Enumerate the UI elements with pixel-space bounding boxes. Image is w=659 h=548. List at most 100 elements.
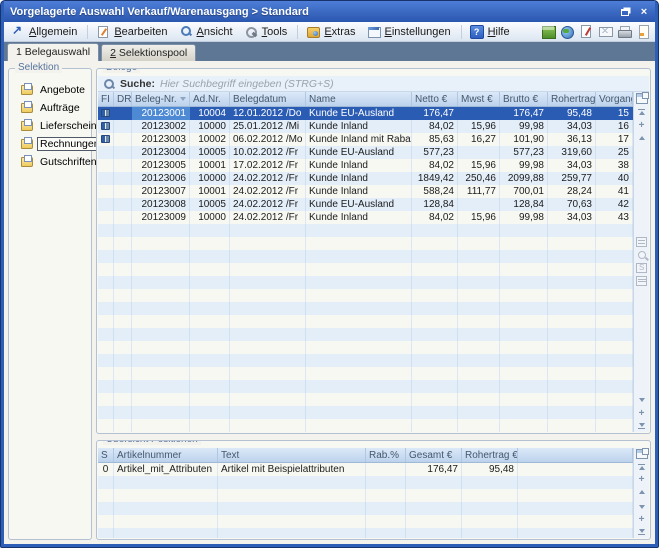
document-icon: [21, 139, 33, 149]
menu-item-allgemein[interactable]: Allgemein: [7, 24, 83, 39]
column-header-datum[interactable]: Belegdatum: [230, 92, 306, 106]
cell-mwst: 16,27: [458, 133, 500, 146]
scroll-down-button[interactable]: [636, 395, 648, 405]
cell-fi: [98, 250, 114, 263]
cell-brutto: [500, 237, 548, 250]
cell-adnr: [190, 380, 230, 393]
cell-rohertrag: [548, 380, 596, 393]
scroll-bottom-button[interactable]: [636, 421, 648, 431]
filter-button[interactable]: [636, 276, 648, 286]
close-button[interactable]: ×: [636, 5, 652, 19]
column-header-name[interactable]: Name: [306, 92, 412, 106]
cell-mwst: [458, 250, 500, 263]
column-header-text[interactable]: Text: [218, 448, 366, 462]
column-header-mwst[interactable]: Mwst €: [458, 92, 500, 106]
beleg-row[interactable]: 201230061000024.02.2012 /FrKunde Inland1…: [98, 172, 633, 185]
document-edit-icon[interactable]: [579, 25, 593, 38]
add-button[interactable]: +: [636, 515, 648, 524]
menu-item-extras[interactable]: Extras: [302, 24, 361, 39]
column-header-brutto[interactable]: Brutto €: [500, 92, 548, 106]
scroll-bottom-button[interactable]: [636, 528, 648, 537]
search-bar[interactable]: Suche: Hier Suchbegriff eingeben (STRG+S…: [98, 76, 649, 92]
column-header-rohertrag[interactable]: Rohertrag €: [462, 448, 518, 462]
cell-filler: [518, 463, 633, 476]
search-label: Suche:: [120, 78, 155, 90]
cell-fi: [98, 367, 114, 380]
sidebar-item-rechnungen[interactable]: Rechnungen: [11, 135, 89, 153]
menu-item-ansicht[interactable]: Ansicht: [175, 24, 239, 39]
zoom-button[interactable]: [636, 250, 648, 260]
beleg-row[interactable]: 201230031000206.02.2012 /MoKunde Inland …: [98, 133, 633, 146]
column-header-dr[interactable]: DR: [114, 92, 132, 106]
print-icon[interactable]: [617, 25, 631, 38]
scroll-up-button[interactable]: [636, 487, 648, 496]
column-header-artikelnummer[interactable]: Artikelnummer: [114, 448, 218, 462]
scroll-down-button[interactable]: [636, 503, 648, 512]
sidebar-item-angebote[interactable]: Angebote: [11, 81, 89, 99]
cell-vorgang: 43: [596, 211, 633, 224]
cell-rohertrag: [548, 341, 596, 354]
column-header-gesamt[interactable]: Gesamt €: [406, 448, 462, 462]
cell-netto: 577,23: [412, 146, 458, 159]
menu-item-hilfe[interactable]: Hilfe: [466, 24, 516, 39]
empty-row: [98, 528, 633, 538]
cell-dr: [114, 172, 132, 185]
menu-item-einstellungen[interactable]: Einstellungen: [363, 24, 457, 39]
column-header-s[interactable]: S: [98, 448, 114, 462]
menu-item-bearbeiten[interactable]: Bearbeiten: [92, 24, 173, 39]
column-header-belegnr[interactable]: Beleg-Nr.: [132, 92, 190, 106]
beleg-row[interactable]: 201230081000524.02.2012 /FrKunde EU-Ausl…: [98, 198, 633, 211]
scroll-top-button[interactable]: [636, 107, 648, 117]
cell-name: Kunde EU-Ausland: [306, 107, 412, 120]
tab-2-selektionspool[interactable]: 2 Selektionspool: [101, 44, 196, 61]
sidebar-item-lieferscheine[interactable]: Lieferscheine: [11, 117, 89, 135]
add-button[interactable]: +: [636, 408, 648, 418]
sidebar-item-aufträge[interactable]: Aufträge: [11, 99, 89, 117]
scroll-top-button[interactable]: [636, 462, 648, 471]
globe-icon[interactable]: [560, 25, 574, 38]
column-header-rab[interactable]: Rab.%: [366, 448, 406, 462]
package-icon[interactable]: [541, 25, 555, 38]
cell-vorgang: 15: [596, 107, 633, 120]
column-header-adnr[interactable]: Ad.Nr.: [190, 92, 230, 106]
scroll-up-button[interactable]: [636, 133, 648, 143]
beleg-row[interactable]: 201230011000412.01.2012 /DoKunde EU-Ausl…: [98, 107, 633, 120]
beleg-row[interactable]: 201230071000124.02.2012 /FrKunde Inland5…: [98, 185, 633, 198]
cell-fi: [98, 289, 114, 302]
beleg-row[interactable]: 201230051000117.02.2012 /FrKunde Inland8…: [98, 159, 633, 172]
restore-button[interactable]: [617, 5, 633, 19]
position-row[interactable]: 0Artikel_mit_AttributenArtikel mit Beisp…: [98, 463, 633, 476]
document-icon: [21, 157, 33, 167]
cell-adnr: 10004: [190, 107, 230, 120]
cell-name: [306, 250, 412, 263]
cell-datum: [230, 302, 306, 315]
column-header-rohertrag[interactable]: Rohertrag €: [548, 92, 596, 106]
beleg-row[interactable]: 201230041000510.02.2012 /FrKunde EU-Ausl…: [98, 146, 633, 159]
cell-rohertrag: [548, 289, 596, 302]
beleg-row[interactable]: 201230091000024.02.2012 /FrKunde Inland8…: [98, 211, 633, 224]
column-chooser-icon[interactable]: [636, 93, 648, 104]
column-header-filler[interactable]: [518, 448, 633, 462]
sidebar-item-gutschriften[interactable]: Gutschriften: [11, 153, 89, 171]
column-header-netto[interactable]: Netto €: [412, 92, 458, 106]
column-header-vorgang[interactable]: Vorgang: [596, 92, 633, 106]
cell-netto: 85,63: [412, 133, 458, 146]
column-chooser-icon[interactable]: [636, 449, 648, 459]
card-view-button[interactable]: [636, 237, 648, 247]
beleg-row[interactable]: 201230021000025.01.2012 /MiKunde Inland8…: [98, 120, 633, 133]
sum-button[interactable]: [636, 263, 648, 273]
add-button[interactable]: +: [636, 475, 648, 484]
search-placeholder: Hier Suchbegriff eingeben (STRG+S): [160, 78, 334, 90]
cell-adnr: [190, 367, 230, 380]
cell-fi: [98, 302, 114, 315]
cell-netto: [412, 341, 458, 354]
add-button[interactable]: +: [636, 120, 648, 130]
cell-rohertrag: 34,03: [548, 159, 596, 172]
tab-1-belegauswahl[interactable]: 1 Belegauswahl: [7, 43, 99, 61]
cell-rohertrag: [548, 263, 596, 276]
mail-icon[interactable]: [598, 25, 612, 38]
column-header-fi[interactable]: FI: [98, 92, 114, 106]
note-icon[interactable]: [636, 25, 650, 38]
menu-item-tools[interactable]: Tools: [240, 24, 294, 39]
belege-label: Belege: [103, 68, 140, 73]
